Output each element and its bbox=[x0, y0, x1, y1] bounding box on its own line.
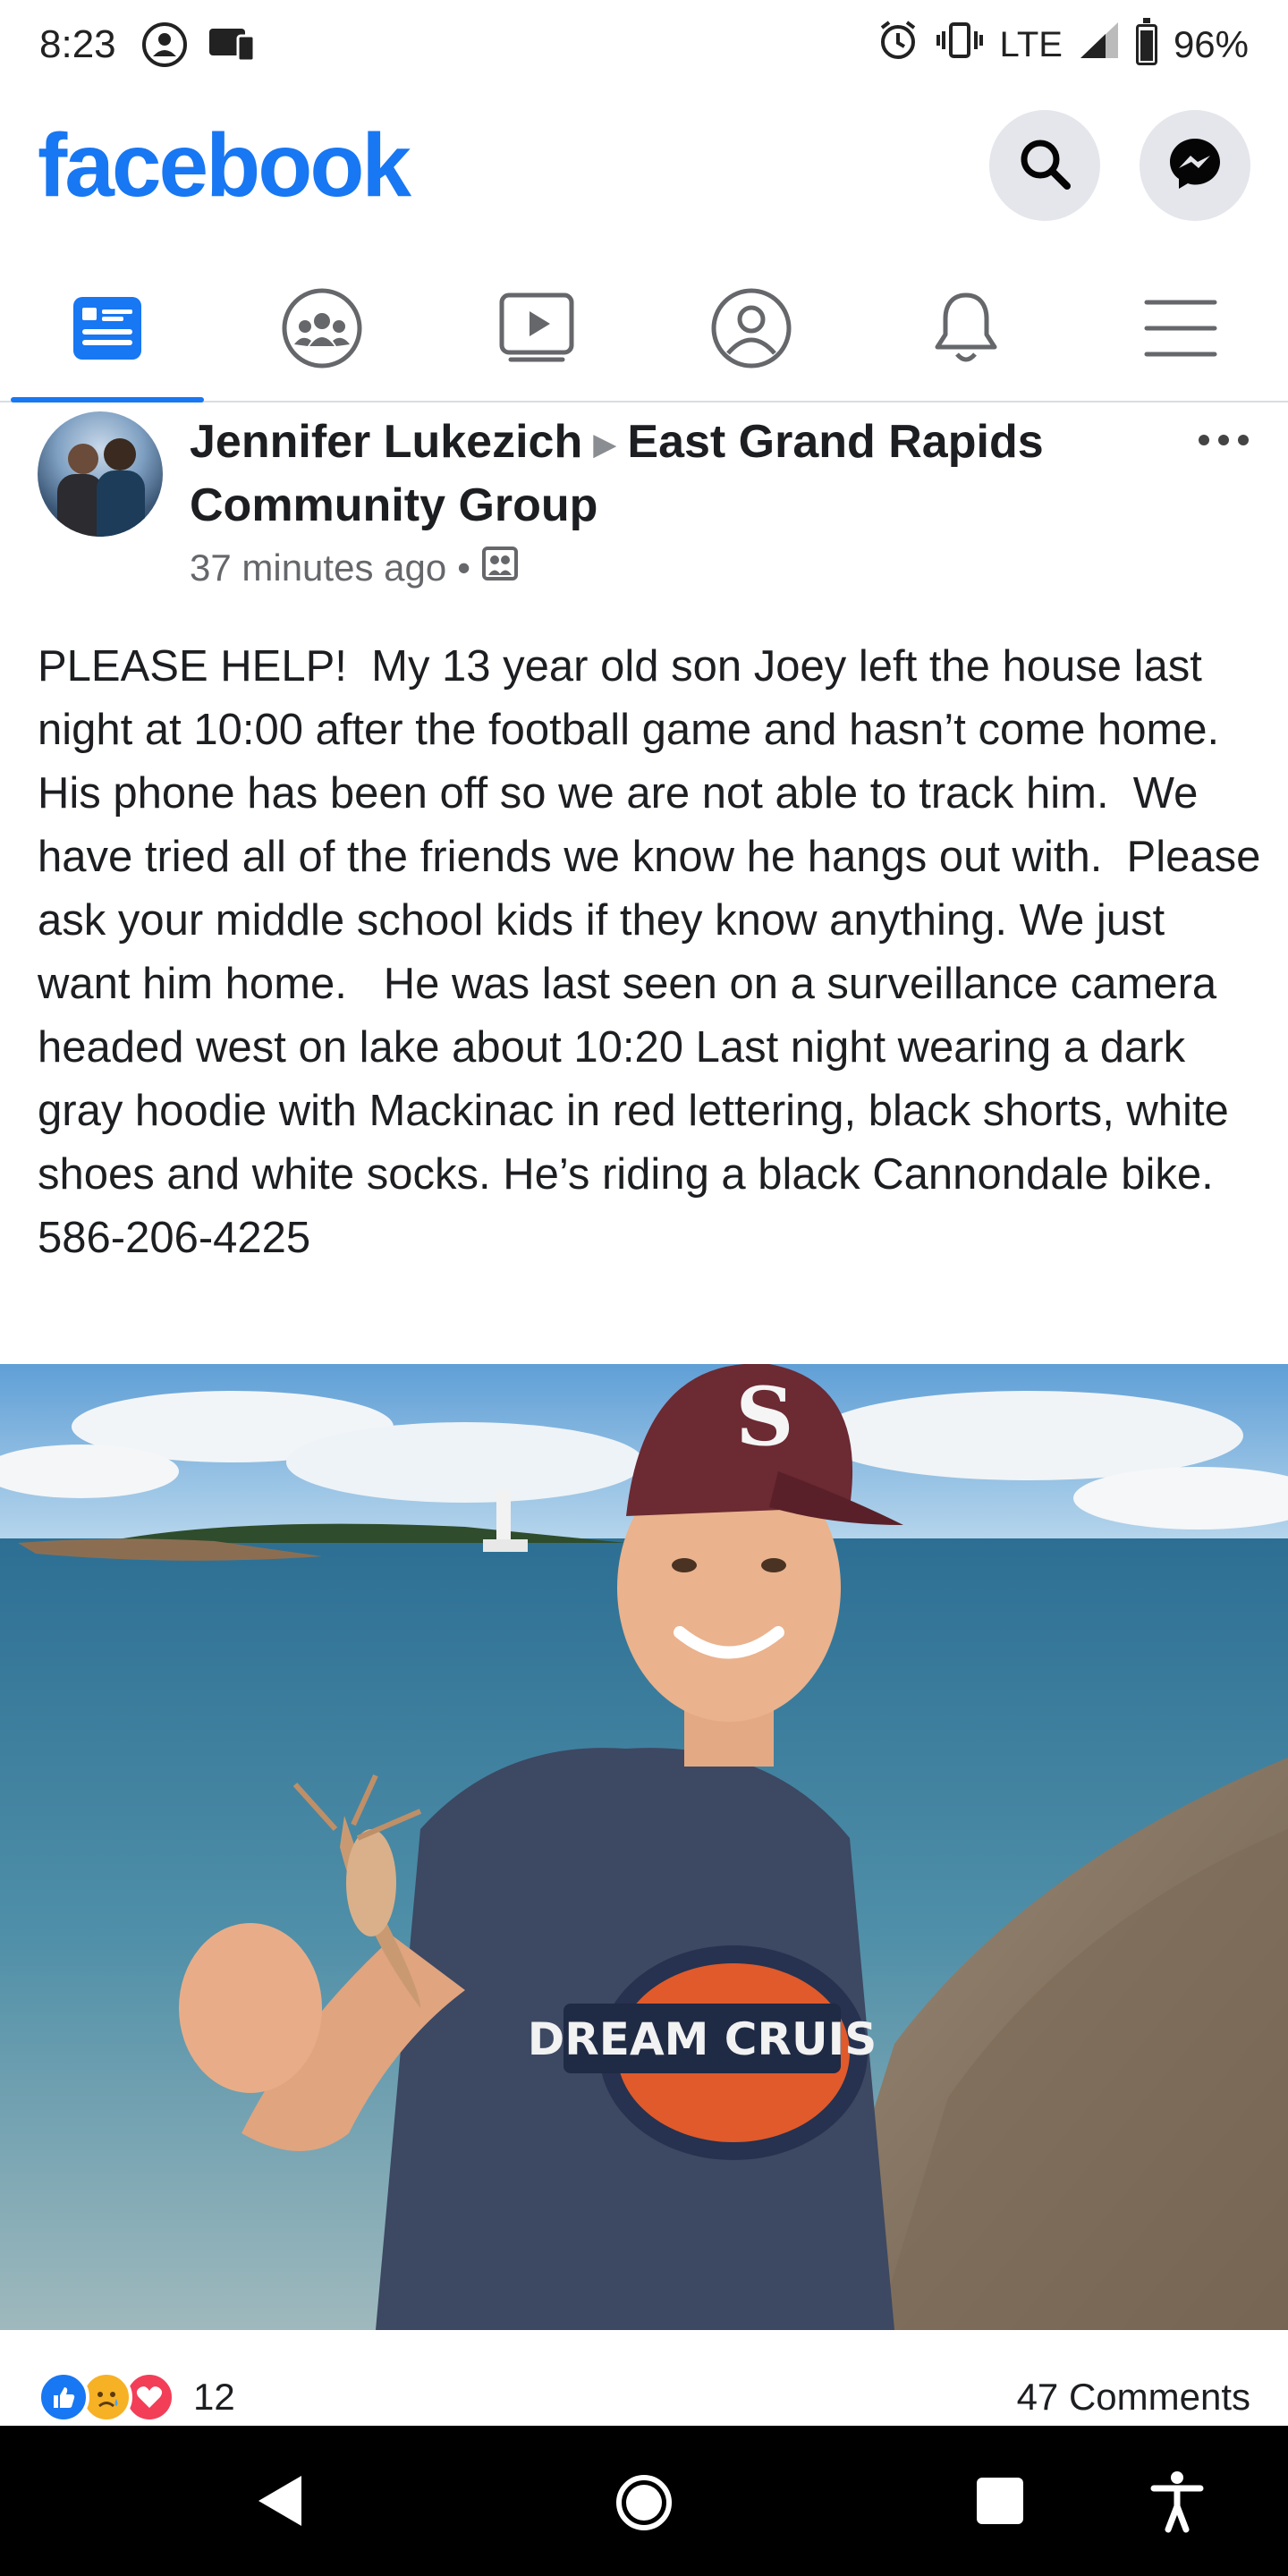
reactions-row: 12 47 Comments bbox=[0, 2361, 1288, 2433]
like-reaction-icon bbox=[38, 2371, 89, 2423]
status-time: 8:23 bbox=[39, 22, 116, 66]
more-options-button[interactable] bbox=[1197, 411, 1250, 447]
post-header: Jennifer Lukezich ▶ East Grand Rapids Comm… bbox=[38, 411, 1250, 590]
bell-icon bbox=[930, 288, 1002, 373]
search-button[interactable] bbox=[989, 110, 1100, 221]
author-avatar[interactable] bbox=[38, 411, 163, 537]
main-tab-bar bbox=[0, 259, 1288, 402]
arrow-right-icon: ▶ bbox=[593, 428, 617, 462]
author-name[interactable]: Jennifer Lukezich bbox=[190, 416, 582, 468]
shirt-text: DREAM CRUIS bbox=[528, 2013, 877, 2065]
alarm-icon bbox=[877, 19, 919, 71]
tab-news-feed[interactable] bbox=[0, 259, 215, 402]
accessibility-button[interactable] bbox=[1150, 2470, 1204, 2538]
recents-button[interactable] bbox=[975, 2476, 1025, 2530]
accessibility-icon bbox=[1150, 2470, 1204, 2538]
signal-icon bbox=[1079, 21, 1120, 69]
battery-percent: 96% bbox=[1173, 23, 1249, 65]
group-audience-icon bbox=[481, 546, 519, 590]
post-body-text: PLEASE HELP! My 13 year old son Joey lef… bbox=[38, 642, 1273, 1262]
groups-icon bbox=[281, 287, 363, 374]
post-title: Jennifer Lukezich ▶ East Grand Rapids Comm… bbox=[190, 411, 1138, 536]
vibrate-icon bbox=[936, 21, 984, 69]
recents-square-icon bbox=[975, 2476, 1025, 2530]
hamburger-menu-icon bbox=[1143, 297, 1218, 364]
facebook-logo[interactable]: facebook bbox=[38, 114, 411, 217]
tab-profile[interactable] bbox=[644, 259, 859, 401]
search-icon bbox=[1017, 136, 1072, 196]
tab-groups[interactable] bbox=[215, 259, 429, 401]
video-icon bbox=[498, 292, 575, 369]
photo-illustration: DREAM CRUIS S bbox=[0, 1364, 1288, 2330]
system-navigation-bar bbox=[0, 2426, 1288, 2576]
back-button[interactable] bbox=[255, 2472, 305, 2534]
battery-icon bbox=[1135, 18, 1157, 65]
status-bar: 8:23 LTE 96% bbox=[0, 0, 1288, 89]
tab-menu[interactable] bbox=[1073, 259, 1288, 401]
app-notification-icon bbox=[208, 20, 258, 70]
home-circle-icon bbox=[614, 2472, 674, 2538]
comments-count[interactable]: 47 Comments bbox=[1017, 2376, 1250, 2419]
post-meta: 37 minutes ago • bbox=[190, 546, 519, 590]
tab-notifications[interactable] bbox=[859, 259, 1073, 401]
post-timestamp[interactable]: 37 minutes ago bbox=[190, 547, 446, 589]
messenger-icon bbox=[1165, 134, 1224, 198]
app-header: facebook bbox=[0, 98, 1288, 233]
account-notification-icon bbox=[140, 20, 190, 70]
post-photo[interactable]: DREAM CRUIS S bbox=[0, 1364, 1288, 2330]
reaction-count[interactable]: 12 bbox=[193, 2376, 235, 2419]
meta-separator: • bbox=[457, 547, 470, 589]
back-triangle-icon bbox=[255, 2472, 305, 2534]
cap-letter: S bbox=[736, 1369, 794, 1464]
home-button[interactable] bbox=[614, 2472, 674, 2538]
tab-watch[interactable] bbox=[429, 259, 644, 401]
network-type: LTE bbox=[999, 24, 1063, 64]
more-dots-icon bbox=[1197, 399, 1250, 459]
messenger-button[interactable] bbox=[1140, 110, 1250, 221]
reaction-icons[interactable] bbox=[38, 2371, 175, 2423]
profile-icon bbox=[710, 287, 792, 374]
news-feed-icon bbox=[72, 295, 143, 366]
